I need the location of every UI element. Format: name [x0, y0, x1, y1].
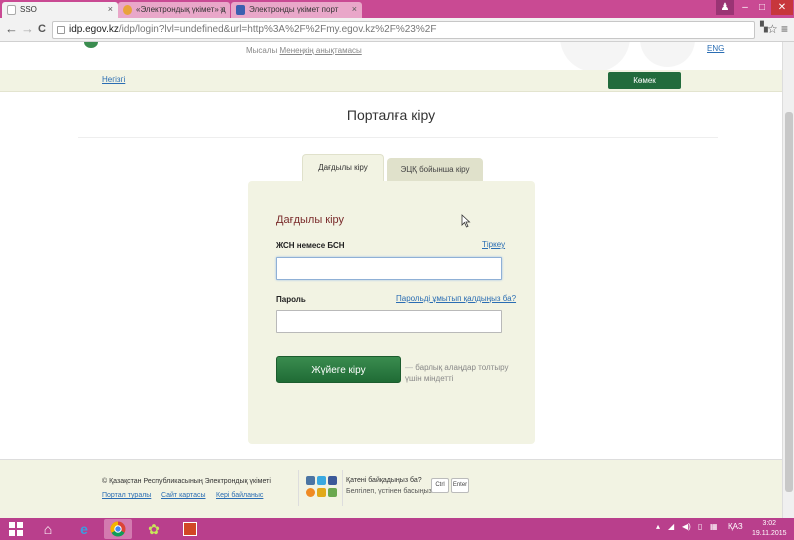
battery-icon[interactable]: ▯	[698, 522, 702, 531]
input-language[interactable]: ҚАЗ	[728, 522, 743, 531]
home-icon[interactable]: ⌂	[34, 519, 62, 539]
example-prefix: Мысалы	[246, 46, 278, 55]
powerpoint-icon[interactable]	[176, 519, 204, 539]
login-button[interactable]: Жүйеге кіру	[276, 356, 401, 383]
facebook-icon[interactable]	[328, 476, 337, 485]
decorative-circle	[560, 42, 630, 72]
back-button[interactable]: ←	[5, 22, 18, 36]
egov-favicon-icon	[123, 5, 132, 15]
vk-icon[interactable]	[306, 476, 315, 485]
password-input[interactable]	[276, 310, 502, 333]
footer-link-feedback[interactable]: Кері байланыс	[216, 492, 263, 499]
minimize-button[interactable]: –	[737, 0, 753, 15]
bookmark-star-icon[interactable]: ☆	[767, 22, 778, 36]
register-link[interactable]: Тіркеу	[482, 240, 505, 249]
error-report-hint: Белгілеп, үстінен басыңыз.	[346, 488, 434, 495]
browser-tab-strip: SSO × «Электрондық үкімет» д × Электронд…	[0, 0, 794, 18]
tab-sso[interactable]: SSO ×	[2, 2, 118, 18]
footer-link-about[interactable]: Портал туралы	[102, 492, 151, 499]
scrollbar-thumb[interactable]	[785, 112, 793, 492]
tab-title: Электронды үкімет порт	[249, 5, 339, 14]
footer-link-sitemap[interactable]: Сайт картасы	[161, 492, 206, 499]
required-dash: —	[405, 363, 413, 372]
enter-key-icon: Enter	[451, 478, 469, 493]
site-header: Мысалы Менеңкің анықтамасы ENG	[0, 42, 782, 72]
id-input[interactable]	[276, 257, 502, 280]
start-button[interactable]	[2, 519, 30, 539]
powerpoint-logo-icon	[183, 522, 197, 536]
twitter-icon[interactable]	[317, 476, 326, 485]
windows-logo-icon	[9, 522, 23, 536]
lang-eng-link[interactable]: ENG	[707, 44, 724, 53]
tab-egov-1[interactable]: «Электрондық үкімет» д ×	[118, 2, 230, 18]
close-window-button[interactable]: ✕	[771, 0, 793, 15]
odnoklassniki-icon[interactable]	[317, 488, 326, 497]
url-host: idp.egov.kz	[69, 24, 119, 35]
tab-egov-2[interactable]: Электронды үкімет порт ×	[231, 2, 362, 18]
tab-standard-login[interactable]: Дағдылы кіру	[302, 154, 384, 182]
footer-separator	[298, 470, 299, 506]
reload-button[interactable]: C	[38, 22, 46, 36]
address-bar[interactable]: idp.egov.kz/idp/login?lvl=undefined&url=…	[52, 21, 755, 39]
required-note: — барлық алаңдар толтыру үшін міндетті	[405, 362, 515, 384]
tab-title: SSO	[20, 5, 37, 14]
ctrl-key-icon: Ctrl	[431, 478, 449, 493]
decorative-circle	[640, 42, 695, 67]
browser-menu-icon[interactable]: ≡	[781, 22, 788, 36]
action-center-icon[interactable]: ▦	[710, 522, 718, 531]
page-viewport: Мысалы Менеңкің анықтамасы ENG Негізгі К…	[0, 42, 782, 518]
forgot-password-link[interactable]: Парольді ұмытып қалдыңыз ба?	[396, 294, 516, 303]
nav-bar: Негізгі Көмек	[0, 70, 782, 92]
clock-time: 3:02	[762, 520, 777, 527]
browser-toolbar: ← → C idp.egov.kz/idp/login?lvl=undefine…	[0, 18, 794, 42]
maximize-button[interactable]: □	[754, 0, 770, 15]
clock-date: 19.11.2015	[752, 530, 787, 537]
user-icon[interactable]: ♟	[716, 0, 734, 15]
required-text: барлық алаңдар толтыру үшін міндетті	[405, 363, 509, 383]
page-title: Порталға кіру	[346, 107, 436, 123]
url-path: /idp/login?lvl=undefined&url=http%3A%2F%…	[118, 24, 437, 35]
form-heading: Дағдылы кіру	[276, 214, 345, 226]
page-icon	[7, 5, 16, 15]
id-label: ЖСН немесе БСН	[276, 241, 345, 250]
internet-explorer-icon[interactable]: e	[70, 519, 98, 539]
footer-separator	[342, 470, 343, 506]
example-link[interactable]: Менеңкің анықтамасы	[280, 46, 362, 55]
moy-mir-icon[interactable]	[328, 488, 337, 497]
error-report-title: Қатені байқадыңыз ба?	[346, 477, 422, 484]
network-icon[interactable]: ◢	[668, 522, 674, 531]
page-info-icon	[57, 26, 65, 34]
tab-title: «Электрондық үкімет» д	[136, 5, 226, 14]
egov-logo-fragment	[84, 42, 98, 48]
portal-favicon-icon	[236, 5, 245, 15]
forward-button[interactable]: →	[21, 22, 34, 36]
password-label: Пароль	[276, 295, 306, 304]
tab-eds-login[interactable]: ЭЦҚ бойынша кіру	[387, 158, 483, 182]
login-tabs: Дағдылы кіру ЭЦҚ бойынша кіру	[302, 154, 542, 182]
home-link[interactable]: Негізгі	[102, 75, 125, 84]
help-button[interactable]: Көмек	[608, 72, 681, 89]
tray-expand-icon[interactable]: ▴	[656, 522, 660, 531]
divider	[78, 137, 718, 138]
site-footer: © Қазақстан Республикасының Электрондық …	[0, 459, 782, 518]
chrome-logo-icon	[110, 521, 126, 537]
clock[interactable]: 3:02 19.11.2015	[752, 519, 787, 539]
page-scrollbar[interactable]	[782, 42, 794, 518]
os-taskbar: ⌂ e ✿ ▴ ◢ ◀) ▯ ▦ ҚАЗ 3:02 19.11.2015	[0, 518, 794, 540]
chrome-icon[interactable]	[104, 519, 132, 539]
tab-close-icon[interactable]: ×	[352, 4, 357, 14]
app-icon[interactable]: ✿	[140, 519, 168, 539]
search-example: Мысалы Менеңкің анықтамасы	[246, 46, 362, 55]
mail-icon[interactable]	[306, 488, 315, 497]
login-form: Дағдылы кіру ЖСН немесе БСН Тіркеу Парол…	[248, 181, 535, 444]
mouse-cursor-icon	[461, 214, 471, 228]
volume-icon[interactable]: ◀)	[682, 522, 691, 531]
tab-close-icon[interactable]: ×	[108, 4, 113, 14]
copyright-text: © Қазақстан Республикасының Электрондық …	[102, 478, 271, 485]
tab-close-icon[interactable]: ×	[220, 4, 225, 14]
